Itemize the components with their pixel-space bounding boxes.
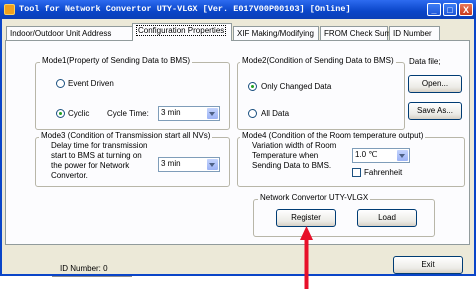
event-driven-label: Event Driven xyxy=(68,79,114,88)
open-button[interactable]: Open... xyxy=(408,75,462,93)
mode3-desc-line1: Delay time for transmission xyxy=(51,141,148,150)
tab-id-number[interactable]: ID Number xyxy=(389,26,440,40)
temperature-width-select[interactable]: 1.0 ℃ xyxy=(352,148,410,163)
minimize-button[interactable]: _ xyxy=(427,3,441,16)
cycle-time-select[interactable]: 3 min xyxy=(158,106,220,121)
tab-label: Configuration Properties xyxy=(136,25,227,36)
cycle-time-value: 3 min xyxy=(161,108,181,117)
only-changed-data-radio[interactable] xyxy=(248,82,257,91)
cyclic-radio[interactable] xyxy=(56,109,65,118)
cycle-time-label: Cycle Time: xyxy=(107,109,149,118)
chevron-down-icon[interactable] xyxy=(207,108,218,119)
mode2-title: Mode2(Condition of Sending Data to BMS) xyxy=(240,56,396,66)
register-button[interactable]: Register xyxy=(276,209,336,227)
app-icon xyxy=(4,4,15,15)
mode1-title: Mode1(Property of Sending Data to BMS) xyxy=(40,56,193,66)
window-title: Tool for Network Convertor UTY-VLGX [Ver… xyxy=(19,4,351,14)
mode2-group xyxy=(237,62,405,130)
save-as-button[interactable]: Save As... xyxy=(408,102,462,120)
fahrenheit-checkbox[interactable] xyxy=(352,168,361,177)
red-arrow-icon xyxy=(300,226,313,289)
delay-time-select[interactable]: 3 min xyxy=(158,157,220,172)
all-data-label: All Data xyxy=(261,109,290,118)
tab-xif-making-modifying[interactable]: XIF Making/Modifying xyxy=(233,26,319,40)
mode4-title: Mode4 (Condition of the Room temperature… xyxy=(240,131,426,141)
mode3-title: Mode3 (Condition of Transmission start a… xyxy=(39,131,213,141)
mode4-desc-line3: Sending Data to BMS. xyxy=(252,161,332,170)
tab-configuration-properties[interactable]: Configuration Properties xyxy=(132,23,232,41)
fahrenheit-label: Fahrenheit xyxy=(364,168,403,177)
event-driven-radio[interactable] xyxy=(56,79,65,88)
mode4-desc-line2: Temperature when xyxy=(252,151,319,160)
exit-button[interactable]: Exit xyxy=(393,256,463,274)
data-file-label: Data file; xyxy=(409,57,441,66)
id-number-text: ID Number: 0 xyxy=(60,264,108,273)
chevron-down-icon[interactable] xyxy=(397,150,408,161)
title-bar[interactable]: Tool for Network Convertor UTY-VLGX [Ver… xyxy=(0,0,476,19)
only-changed-data-label: Only Changed Data xyxy=(261,82,332,91)
delay-time-value: 3 min xyxy=(161,159,181,168)
temperature-width-value: 1.0 ℃ xyxy=(355,150,378,159)
close-button[interactable]: X xyxy=(459,3,473,16)
tab-indoor-outdoor-unit-address[interactable]: Indoor/Outdoor Unit Address xyxy=(6,26,133,40)
mode4-desc-line1: Variation width of Room xyxy=(252,141,337,150)
mode3-desc-line2: start to BMS at turning on xyxy=(51,151,142,160)
mode3-desc-line4: Convertor. xyxy=(51,171,88,180)
chevron-down-icon[interactable] xyxy=(207,159,218,170)
all-data-radio[interactable] xyxy=(248,109,257,118)
mode3-desc-line3: the power for Network xyxy=(51,161,130,170)
maximize-button[interactable]: □ xyxy=(443,3,457,16)
network-convertor-title: Network Convertor UTY-VLGX xyxy=(258,193,371,203)
tab-from-check-sum[interactable]: FROM Check Sum xyxy=(320,26,391,40)
id-number-underline xyxy=(52,276,132,277)
load-button[interactable]: Load xyxy=(357,209,417,227)
cyclic-label: Cyclic xyxy=(68,109,90,118)
